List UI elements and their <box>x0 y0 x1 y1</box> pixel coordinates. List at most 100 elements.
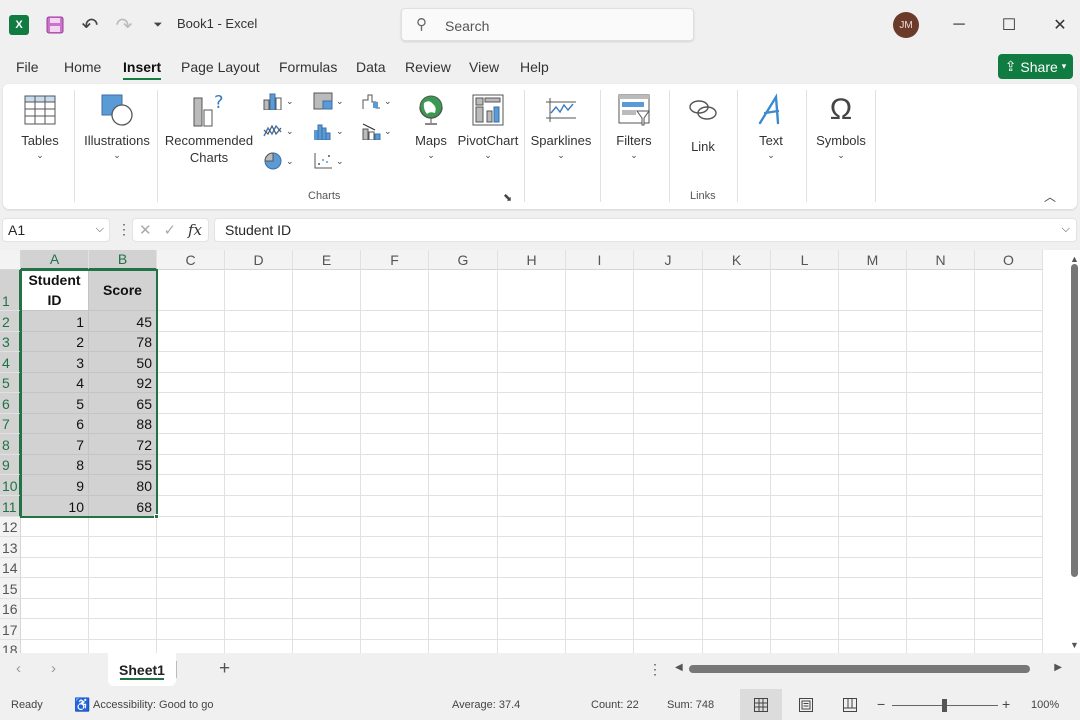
cell-h11[interactable] <box>498 496 566 517</box>
cell-i7[interactable] <box>566 414 634 434</box>
row-header-5[interactable]: 5 <box>0 373 21 393</box>
cell-k14[interactable] <box>703 558 771 578</box>
cell-b4[interactable]: 50 <box>89 352 157 373</box>
cell-a2[interactable]: 1 <box>21 311 89 332</box>
cell-e1[interactable] <box>293 270 361 311</box>
cell-d14[interactable] <box>225 558 293 578</box>
cell-f12[interactable] <box>361 517 429 537</box>
cancel-icon[interactable]: ✕ <box>139 221 152 239</box>
cell-m10[interactable] <box>839 475 907 496</box>
cell-f10[interactable] <box>361 475 429 496</box>
cell-i16[interactable] <box>566 599 634 619</box>
cell-m4[interactable] <box>839 352 907 373</box>
text-button[interactable]: Text ⌄ <box>751 88 791 161</box>
cell-i6[interactable] <box>566 393 634 414</box>
waterfall-chart-button[interactable]: ⌄ <box>361 92 392 110</box>
statistic-chart-button[interactable]: ⌄ <box>313 122 344 140</box>
cell-l15[interactable] <box>771 578 839 599</box>
cell-h8[interactable] <box>498 434 566 455</box>
cell-n12[interactable] <box>907 517 975 537</box>
column-header-a[interactable]: A <box>21 250 89 270</box>
save-icon[interactable] <box>45 15 65 35</box>
cell-l5[interactable] <box>771 373 839 393</box>
cell-l7[interactable] <box>771 414 839 434</box>
cell-n16[interactable] <box>907 599 975 619</box>
cell-l13[interactable] <box>771 537 839 558</box>
cell-a17[interactable] <box>21 619 89 640</box>
page-layout-view-button[interactable] <box>785 689 827 720</box>
insert-function-icon[interactable]: fx <box>188 221 202 239</box>
tab-file[interactable]: File <box>16 59 39 75</box>
sheet-tab-sheet1[interactable]: Sheet1 <box>108 653 176 686</box>
cell-m6[interactable] <box>839 393 907 414</box>
cell-n11[interactable] <box>907 496 975 517</box>
cell-d18[interactable] <box>225 640 293 653</box>
cell-d4[interactable] <box>225 352 293 373</box>
cell-n1[interactable] <box>907 270 975 311</box>
cell-d9[interactable] <box>225 455 293 475</box>
cell-c9[interactable] <box>157 455 225 475</box>
cell-o11[interactable] <box>975 496 1043 517</box>
cell-a6[interactable]: 5 <box>21 393 89 414</box>
cell-j7[interactable] <box>634 414 703 434</box>
combo-chart-button[interactable]: ⌄ <box>361 122 392 140</box>
cell-j2[interactable] <box>634 311 703 332</box>
cell-c8[interactable] <box>157 434 225 455</box>
cell-d5[interactable] <box>225 373 293 393</box>
cell-c15[interactable] <box>157 578 225 599</box>
cell-g1[interactable] <box>429 270 498 311</box>
column-header-b[interactable]: B <box>89 250 157 270</box>
cell-g6[interactable] <box>429 393 498 414</box>
cell-b11[interactable]: 68 <box>89 496 157 517</box>
cell-d17[interactable] <box>225 619 293 640</box>
accessibility-icon[interactable]: ♿ <box>74 697 90 713</box>
cell-i8[interactable] <box>566 434 634 455</box>
cell-b10[interactable]: 80 <box>89 475 157 496</box>
cell-i11[interactable] <box>566 496 634 517</box>
cell-i12[interactable] <box>566 517 634 537</box>
cell-j18[interactable] <box>634 640 703 653</box>
cell-f7[interactable] <box>361 414 429 434</box>
cell-m3[interactable] <box>839 332 907 352</box>
tab-insert[interactable]: Insert <box>123 59 162 80</box>
cell-g8[interactable] <box>429 434 498 455</box>
cell-k16[interactable] <box>703 599 771 619</box>
cell-l4[interactable] <box>771 352 839 373</box>
horizontal-scroll-thumb[interactable] <box>689 665 1030 673</box>
scroll-left-icon[interactable]: ◀ <box>675 662 683 673</box>
cell-m15[interactable] <box>839 578 907 599</box>
cell-c14[interactable] <box>157 558 225 578</box>
redo-icon[interactable]: ↷ <box>114 15 134 37</box>
cell-o5[interactable] <box>975 373 1043 393</box>
cell-e12[interactable] <box>293 517 361 537</box>
maps-button[interactable]: Maps ⌄ <box>411 88 451 161</box>
column-header-k[interactable]: K <box>703 250 771 270</box>
cell-e15[interactable] <box>293 578 361 599</box>
cell-j6[interactable] <box>634 393 703 414</box>
cell-c18[interactable] <box>157 640 225 653</box>
cell-j9[interactable] <box>634 455 703 475</box>
cell-a1[interactable]: Student ID <box>21 270 89 311</box>
cell-e9[interactable] <box>293 455 361 475</box>
cell-l1[interactable] <box>771 270 839 311</box>
cell-l17[interactable] <box>771 619 839 640</box>
symbols-button[interactable]: Ω Symbols ⌄ <box>814 88 868 161</box>
cell-j16[interactable] <box>634 599 703 619</box>
cell-o12[interactable] <box>975 517 1043 537</box>
tab-help[interactable]: Help <box>520 59 549 75</box>
cell-g13[interactable] <box>429 537 498 558</box>
cell-b18[interactable] <box>89 640 157 653</box>
cell-k8[interactable] <box>703 434 771 455</box>
cell-n7[interactable] <box>907 414 975 434</box>
cell-i17[interactable] <box>566 619 634 640</box>
tab-split-handle[interactable]: ⋮ <box>648 661 662 678</box>
tab-page-layout[interactable]: Page Layout <box>181 59 260 75</box>
scatter-chart-button[interactable]: ⌄ <box>313 152 344 170</box>
cell-a12[interactable] <box>21 517 89 537</box>
link-button[interactable]: Link <box>683 88 723 155</box>
cell-d1[interactable] <box>225 270 293 311</box>
cell-g3[interactable] <box>429 332 498 352</box>
cell-m17[interactable] <box>839 619 907 640</box>
row-header-11[interactable]: 11 <box>0 496 21 517</box>
row-header-4[interactable]: 4 <box>0 352 21 373</box>
